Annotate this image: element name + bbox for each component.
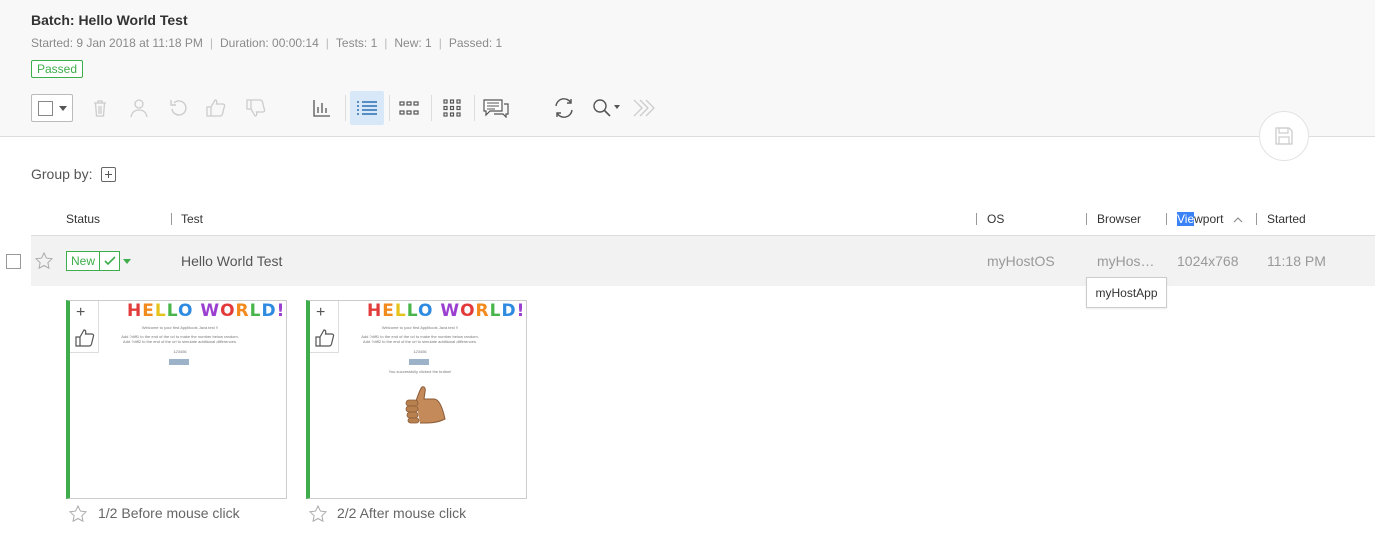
- batch-tests: Tests: 1: [335, 36, 378, 50]
- refresh-icon[interactable]: [550, 91, 578, 125]
- screenshot-heading: HELLO WORLD!: [127, 301, 286, 321]
- row-checkbox[interactable]: [6, 254, 21, 269]
- status-label: New: [66, 251, 101, 271]
- add-group-icon[interactable]: [101, 166, 117, 182]
- search-icon[interactable]: [590, 91, 624, 125]
- assign-user-icon[interactable]: [126, 91, 152, 125]
- batch-header: Batch: Hello World Test Started: 9 Jan 2…: [0, 0, 1375, 137]
- screenshot-heading: HELLO WORLD!: [367, 301, 526, 321]
- row-browser: myHos…: [1097, 253, 1155, 269]
- star-icon[interactable]: [69, 505, 87, 523]
- batch-title: Batch: Hello World Test: [31, 12, 188, 28]
- row-test-name[interactable]: Hello World Test: [181, 253, 282, 269]
- thumbs-down-icon[interactable]: [243, 91, 269, 125]
- group-by: Group by:: [31, 166, 117, 182]
- batch-started: Started: 9 Jan 2018 at 11:18 PM: [31, 36, 203, 50]
- comments-icon[interactable]: [481, 91, 511, 125]
- grid-small-icon[interactable]: [395, 91, 423, 125]
- select-all-checkbox[interactable]: [38, 101, 53, 116]
- column-test[interactable]: Test: [181, 212, 203, 226]
- thumbs-up-icon[interactable]: [203, 91, 229, 125]
- list-view-icon[interactable]: [350, 91, 384, 125]
- screenshot-button: [169, 359, 189, 365]
- bar-chart-icon[interactable]: [309, 91, 335, 125]
- save-icon: [1275, 127, 1293, 145]
- screenshot-line1: Welcome to your first Applitools Java te…: [141, 325, 219, 330]
- screenshot-button: [409, 359, 429, 365]
- batch-duration: Duration: 00:00:14: [220, 36, 319, 50]
- grid-large-icon[interactable]: [438, 91, 466, 125]
- chevron-down-icon: [59, 106, 67, 111]
- column-started[interactable]: Started: [1267, 212, 1306, 226]
- step-thumbnail-2[interactable]: + HELLO WORLD! Welcome to your first App…: [306, 300, 527, 499]
- accept-checkmark-icon[interactable]: [100, 251, 121, 271]
- thumbs-up-icon: [75, 329, 95, 347]
- add-icon[interactable]: +: [76, 305, 85, 321]
- column-os[interactable]: OS: [987, 212, 1004, 226]
- step-caption-2[interactable]: 2/2 After mouse click: [337, 505, 466, 521]
- star-icon[interactable]: [35, 252, 53, 270]
- column-status[interactable]: Status: [66, 212, 100, 226]
- status-dropdown-icon[interactable]: [123, 259, 131, 264]
- screenshot-number: 123456: [173, 349, 187, 354]
- save-button[interactable]: [1259, 111, 1309, 161]
- sort-ascending-icon: [1233, 217, 1243, 223]
- undo-icon[interactable]: [166, 91, 192, 125]
- step-actions: +: [70, 301, 99, 353]
- batch-meta: Started: 9 Jan 2018 at 11:18 PM | Duratio…: [31, 36, 503, 50]
- column-viewport[interactable]: Viewport: [1177, 212, 1243, 226]
- batch-status-badge: Passed: [31, 60, 84, 78]
- screenshot-clicked-message: You successfully clicked the button!: [388, 369, 452, 374]
- column-viewport-rest: wport: [1194, 212, 1224, 226]
- step-caption-1[interactable]: 1/2 Before mouse click: [98, 505, 240, 521]
- status-new-badge[interactable]: New: [66, 251, 121, 271]
- browser-tooltip: myHostApp: [1086, 277, 1167, 308]
- row-os: myHostOS: [987, 253, 1055, 269]
- screenshot-line3: Add ?diff2 to the end of the url to simu…: [123, 339, 237, 344]
- batch-new: New: 1: [394, 36, 432, 50]
- delete-icon[interactable]: [87, 91, 113, 125]
- column-viewport-selected-text: Vie: [1177, 212, 1195, 226]
- select-all-dropdown[interactable]: [31, 94, 73, 122]
- step-thumbnail-1[interactable]: + HELLO WORLD! Welcome to your first App…: [66, 300, 287, 499]
- star-icon[interactable]: [309, 505, 327, 523]
- column-browser[interactable]: Browser: [1097, 212, 1141, 226]
- thumbs-up-hand-icon: [405, 386, 446, 424]
- fast-forward-icon[interactable]: [631, 91, 661, 125]
- step-actions: +: [310, 301, 339, 353]
- group-by-label: Group by:: [31, 166, 93, 182]
- row-viewport: 1024x768: [1177, 253, 1239, 269]
- batch-passed: Passed: 1: [448, 36, 503, 50]
- toolbar: [31, 91, 671, 125]
- add-icon[interactable]: +: [316, 305, 325, 321]
- screenshot-line1: Welcome to your first Applitools Java te…: [381, 325, 459, 330]
- screenshot-number: 123456: [413, 349, 427, 354]
- screenshot-line3: Add ?diff2 to the end of the url to simu…: [363, 339, 477, 344]
- thumbs-up-icon: [315, 329, 335, 347]
- row-started: 11:18 PM: [1267, 253, 1326, 269]
